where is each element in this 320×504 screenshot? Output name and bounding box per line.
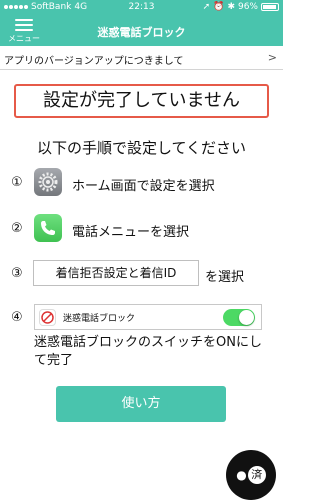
call-blocking-row: 迷惑電話ブロック (34, 304, 262, 330)
bluetooth-icon: ✱ (227, 2, 235, 12)
version-notice-link[interactable]: アプリのバージョンアップにつきまして > (0, 46, 283, 70)
battery-icon (261, 3, 279, 11)
page-title: 迷惑電話ブロック (97, 26, 186, 39)
step-1-number: ① (11, 175, 23, 190)
step-4-number: ④ (11, 310, 23, 325)
call-block-toggle[interactable] (223, 309, 255, 326)
instructions-heading: 以下の手順で設定してください (36, 139, 247, 157)
status-right: ➚ ⏰ ✱ 96% (203, 2, 279, 12)
nav-bar: メニュー 迷惑電話ブロック (0, 16, 283, 46)
how-to-use-button[interactable]: 使い方 (56, 386, 226, 422)
checked-badge: ● 済 (226, 450, 276, 500)
call-block-app-name: 迷惑電話ブロック (63, 314, 136, 324)
step-2-number: ② (11, 221, 23, 236)
block-and-caller-id-label: 着信拒否設定と着信ID (33, 260, 199, 286)
step-3-number: ③ (11, 266, 23, 281)
step-3-text: を選択 (205, 270, 245, 285)
chevron-right-icon: > (267, 51, 277, 64)
phone-icon (34, 214, 62, 242)
notice-text: アプリのバージョンアップにつきまして (4, 56, 184, 67)
step-1-text: ホーム画面で設定を選択 (72, 179, 215, 194)
alarm-icon: ⏰ (213, 2, 225, 12)
settings-gear-icon (34, 168, 62, 196)
location-icon: ➚ (202, 2, 211, 12)
badge-kanji: 済 (247, 466, 266, 484)
call-block-app-icon (39, 309, 56, 326)
step-2-text: 電話メニューを選択 (72, 225, 190, 240)
setup-incomplete-alert: 設定が完了していません (14, 84, 269, 118)
final-instruction: 迷惑電話ブロックのスイッチをONにして完了 (34, 335, 262, 368)
battery-percent: 96% (237, 2, 258, 12)
apple-logo-icon: ● (236, 468, 247, 482)
status-bar: SoftBank 4G 22:13 ➚ ⏰ ✱ 96% (0, 0, 283, 16)
